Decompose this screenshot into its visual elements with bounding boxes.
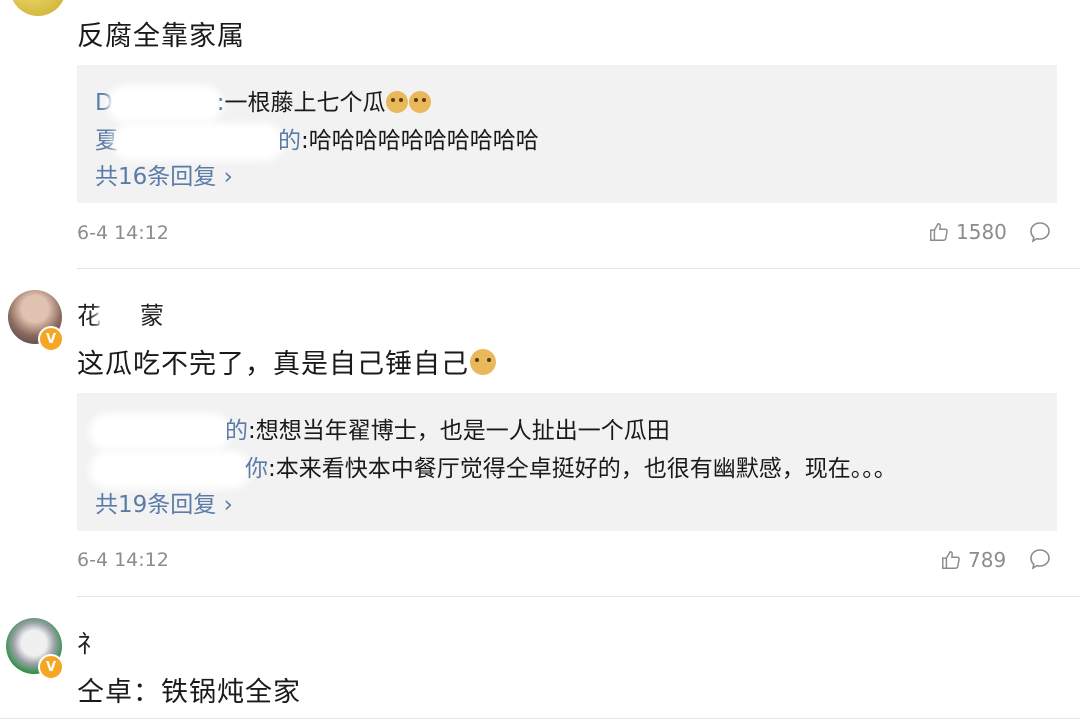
thumbs-up-icon	[942, 551, 960, 569]
like-count: 789	[968, 548, 1007, 572]
reply-author[interactable]: 夏	[95, 128, 118, 154]
doge-emoji-icon	[386, 91, 409, 113]
doge-emoji-icon	[470, 349, 496, 375]
divider	[77, 596, 1080, 597]
reply-author-tail[interactable]: 的	[225, 418, 248, 444]
reply-line[interactable]: 夏的:哈哈哈哈哈哈哈哈哈哈	[95, 121, 539, 155]
comment-text: 反腐全靠家属	[77, 21, 245, 52]
more-replies-link[interactable]: 共16条回复 ›	[95, 157, 233, 191]
reply-box[interactable]: D:一根藤上七个瓜 夏的:哈哈哈哈哈哈哈哈哈哈 共16条回复 ›	[77, 65, 1057, 203]
divider	[77, 268, 1080, 269]
timestamp: 6-4 14:12	[77, 549, 169, 571]
more-replies-link[interactable]: 共19条回复 ›	[95, 485, 233, 519]
reply-box[interactable]: 的:想想当年翟博士，也是一人扯出一个瓜田 你:本来看快本中餐厅觉得仝卓挺好的，也…	[77, 393, 1057, 531]
timestamp: 6-4 14:12	[77, 222, 169, 244]
like-count: 1580	[956, 220, 1007, 244]
comment-text: 仝卓：铁锅炖全家	[77, 677, 301, 708]
avatar[interactable]	[10, 0, 66, 16]
reply-line[interactable]: D:一根藤上七个瓜	[95, 83, 432, 117]
reply-text: 一根藤上七个瓜	[224, 90, 386, 116]
reply-text: 本来看快本中餐厅觉得仝卓挺好的，也很有幽默感，现在。。。	[275, 456, 897, 482]
chevron-right-icon: ›	[216, 492, 233, 518]
author-name[interactable]: 礻	[77, 624, 222, 659]
like-button[interactable]: 1580	[928, 220, 1007, 244]
like-button[interactable]: 789	[940, 548, 1006, 572]
chevron-right-icon: ›	[216, 164, 233, 190]
reply-author-tail[interactable]: 你	[245, 456, 268, 482]
reply-text: 哈哈哈哈哈哈哈哈哈哈	[308, 128, 539, 154]
divider	[0, 718, 1080, 719]
reply-line[interactable]: 你:本来看快本中餐厅觉得仝卓挺好的，也很有幽默感，现在。。。	[95, 449, 897, 483]
reply-author[interactable]: D	[95, 90, 113, 116]
comment-text: 这瓜吃不完了，真是自己锤自己	[77, 342, 496, 381]
reply-line[interactable]: 的:想想当年翟博士，也是一人扯出一个瓜田	[95, 411, 670, 445]
verified-badge-icon: V	[38, 654, 64, 680]
doge-emoji-icon	[409, 91, 432, 113]
thumbs-up-icon	[930, 223, 948, 241]
reply-text: 想想当年翟博士，也是一人扯出一个瓜田	[255, 418, 670, 444]
comment-icon[interactable]	[1028, 547, 1052, 571]
verified-badge-icon: V	[38, 326, 64, 352]
reply-author-tail[interactable]: 的	[278, 128, 301, 154]
author-name[interactable]: 花蒙	[77, 296, 165, 331]
comment-icon[interactable]	[1028, 220, 1052, 244]
